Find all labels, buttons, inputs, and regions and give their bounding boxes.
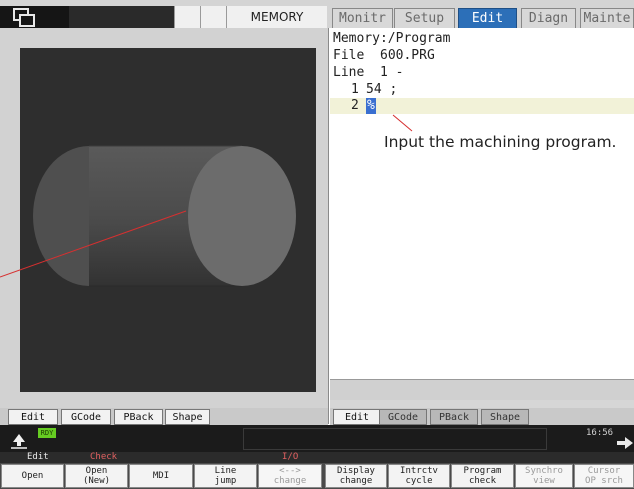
home-arrow-icon[interactable] xyxy=(9,430,29,450)
softkey-open[interactable]: Open xyxy=(1,464,64,488)
right-tab-shape[interactable]: Shape xyxy=(481,409,529,425)
left-tab-gcode[interactable]: GCode xyxy=(61,409,111,425)
left-tab-pback[interactable]: PBack xyxy=(114,409,163,425)
ready-status-badge: RDY xyxy=(38,428,56,438)
softkey-synchro-view[interactable]: Synchro view xyxy=(515,464,573,488)
group-label-check: Check xyxy=(90,452,118,462)
left-tab-edit[interactable]: Edit xyxy=(8,409,58,425)
group-label-io: I/O xyxy=(282,452,299,462)
annotation-pointer-editor xyxy=(392,114,413,132)
softkey-mdi[interactable]: MDI xyxy=(129,464,193,488)
clock-display: 16:56 xyxy=(586,428,614,438)
message-display xyxy=(243,428,547,450)
next-menu-arrow-icon[interactable] xyxy=(616,436,634,450)
left-tab-shape[interactable]: Shape xyxy=(165,409,210,425)
right-tab-edit[interactable]: Edit xyxy=(333,409,381,425)
softkey-change[interactable]: <--> change xyxy=(258,464,322,488)
softkey-program-check[interactable]: Program check xyxy=(451,464,514,488)
right-tab-pback[interactable]: PBack xyxy=(430,409,478,425)
annotation-pointer-shape xyxy=(0,210,187,278)
right-tab-gcode[interactable]: GCode xyxy=(379,409,427,425)
softkey-cursor-op-search[interactable]: Cursor OP srch xyxy=(574,464,634,488)
group-label-edit: Edit xyxy=(27,452,49,462)
softkey-interactive-cycle[interactable]: Intrctv cycle xyxy=(388,464,450,488)
softkey-open-new[interactable]: Open (New) xyxy=(65,464,128,488)
softkey-display-change[interactable]: Display change xyxy=(325,464,387,488)
softkey-line-jump[interactable]: Line jump xyxy=(194,464,257,488)
